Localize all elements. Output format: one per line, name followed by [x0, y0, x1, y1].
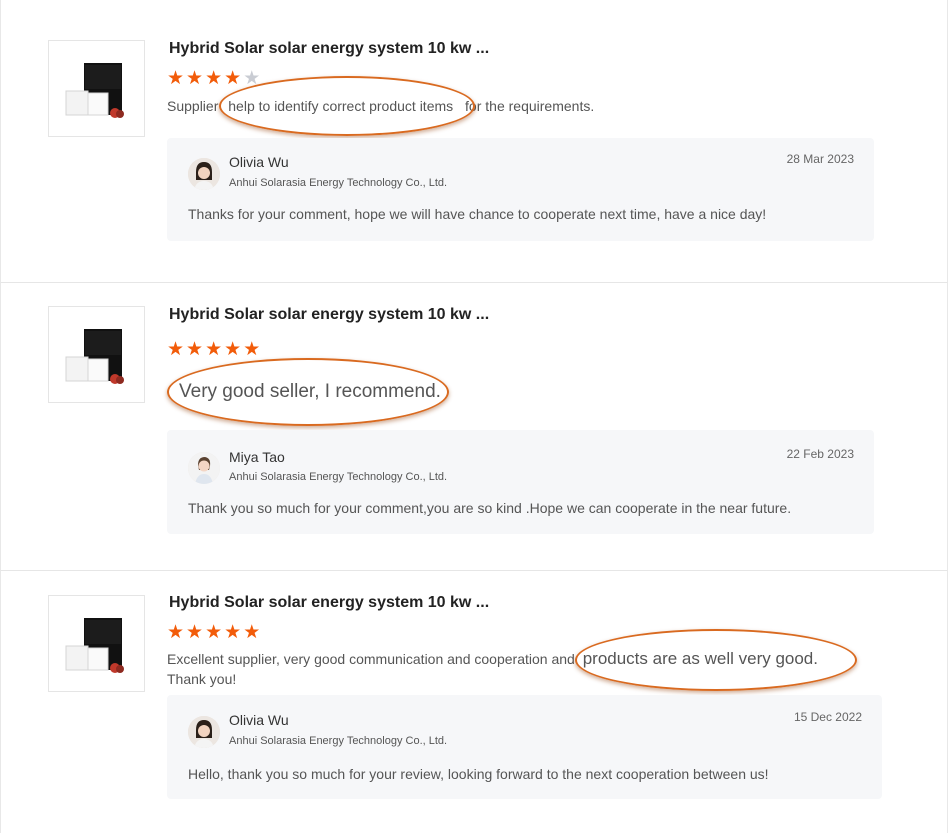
avatar [188, 716, 220, 748]
star-icon: ★ [167, 68, 185, 89]
review-comment: Excellent supplier, very good communicat… [167, 629, 857, 691]
avatar [188, 452, 220, 484]
product-image[interactable] [48, 595, 145, 692]
review-comment: Supplier help to identify correct produc… [167, 76, 595, 136]
reply-date: 28 Mar 2023 [786, 152, 854, 166]
rating-stars: ★ ★ ★ ★ ★ [167, 69, 260, 88]
person-avatar-icon [188, 716, 220, 748]
supplier-reply: Olivia Wu Anhui Solarasia Energy Technol… [167, 695, 882, 799]
product-image[interactable] [48, 40, 145, 137]
product-title[interactable]: Hybrid Solar solar energy system 10 kw .… [169, 594, 489, 612]
review-card-2: Hybrid Solar solar energy system 10 kw .… [0, 283, 948, 571]
comment-text-line-2: Thank you! [167, 671, 237, 687]
star-icon: ★ [224, 68, 242, 89]
review-card-1: Hybrid Solar solar energy system 10 kw .… [0, 0, 948, 283]
star-icon: ★ [167, 339, 185, 360]
star-icon: ★ [205, 339, 223, 360]
highlighted-comment-text: help to identify correct product items [219, 76, 476, 136]
replier-name: Miya Tao [229, 449, 285, 465]
review-card-3: Hybrid Solar solar energy system 10 kw .… [0, 571, 948, 833]
reply-text: Thanks for your comment, hope we will ha… [188, 206, 767, 222]
rating-stars: ★ ★ ★ ★ ★ [167, 340, 260, 359]
highlighted-comment-text: Very good seller, I recommend. [167, 358, 449, 426]
supplier-reply: Olivia Wu Anhui Solarasia Energy Technol… [167, 138, 874, 241]
replier-name: Olivia Wu [229, 154, 289, 170]
star-empty-icon: ★ [243, 68, 261, 89]
replier-company: Anhui Solarasia Energy Technology Co., L… [229, 177, 448, 189]
reply-text: Hello, thank you so much for your review… [188, 766, 769, 782]
person-avatar-icon [188, 452, 220, 484]
rating-stars: ★ ★ ★ ★ ★ [167, 623, 260, 642]
replier-name: Olivia Wu [229, 712, 289, 728]
reply-text: Thank you so much for your comment,you a… [188, 500, 792, 516]
reply-date: 15 Dec 2022 [793, 710, 862, 724]
highlighted-comment-text: products are as well very good. [574, 629, 857, 691]
star-icon: ★ [243, 339, 261, 360]
supplier-reply: Miya Tao Anhui Solarasia Energy Technolo… [167, 430, 874, 534]
comment-text: for the requirements. [461, 98, 595, 114]
star-icon: ★ [186, 68, 204, 89]
solar-product-icon [65, 63, 124, 118]
product-title[interactable]: Hybrid Solar solar energy system 10 kw .… [169, 306, 489, 324]
solar-product-icon [65, 618, 124, 673]
reply-date: 22 Feb 2023 [786, 447, 854, 461]
replier-company: Anhui Solarasia Energy Technology Co., L… [229, 471, 448, 483]
comment-text: Excellent supplier, very good communicat… [167, 651, 579, 667]
star-icon: ★ [186, 339, 204, 360]
solar-product-icon [65, 329, 124, 384]
comment-text: Supplier [167, 98, 223, 114]
star-icon: ★ [243, 622, 261, 643]
star-icon: ★ [224, 339, 242, 360]
person-avatar-icon [188, 158, 220, 190]
product-image[interactable] [48, 306, 145, 403]
star-icon: ★ [186, 622, 204, 643]
product-title[interactable]: Hybrid Solar solar energy system 10 kw .… [169, 40, 489, 58]
avatar [188, 158, 220, 190]
star-icon: ★ [205, 68, 223, 89]
review-comment: Very good seller, I recommend. [167, 358, 449, 426]
star-icon: ★ [205, 622, 223, 643]
star-icon: ★ [167, 622, 185, 643]
replier-company: Anhui Solarasia Energy Technology Co., L… [229, 735, 448, 747]
star-icon: ★ [224, 622, 242, 643]
